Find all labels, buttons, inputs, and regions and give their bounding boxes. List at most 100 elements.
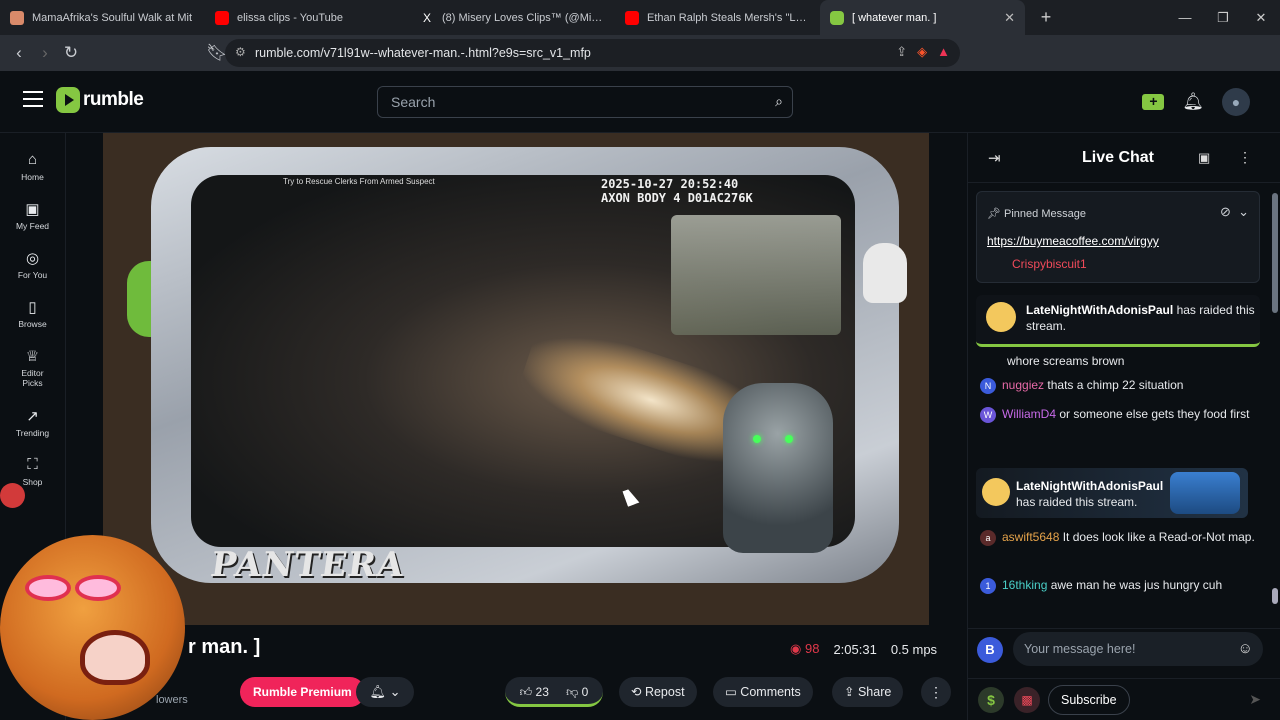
browser-tab[interactable]: X (8) Misery Loves Clips™ (@MiseryClip — [410, 0, 615, 35]
raider-name[interactable]: LateNightWithAdonisPaul — [1026, 303, 1173, 317]
rant-dollar-icon[interactable]: $ — [978, 687, 1004, 713]
maximize-icon[interactable]: ❐ — [1204, 0, 1242, 35]
minimize-icon[interactable]: — — [1166, 0, 1204, 35]
user-avatar[interactable]: ● — [1222, 88, 1250, 116]
new-tab-button[interactable]: + — [1031, 7, 1061, 28]
omnibox-actions: ⇪ ◈ ▲ — [896, 44, 950, 60]
video-player[interactable]: Try to Rescue Clerks From Armed Suspect … — [103, 133, 929, 625]
video-title: r man. ] — [188, 636, 261, 658]
share-label: Share — [857, 685, 892, 699]
browser-tab[interactable]: elissa clips - YouTube — [205, 0, 410, 35]
close-window-icon[interactable]: ✕ — [1242, 0, 1280, 35]
pinned-username[interactable]: Crispybiscuit1 — [1012, 257, 1087, 271]
chat-message: whore screams brown — [980, 351, 1260, 371]
chat-menu-icon[interactable]: ⋮ — [1238, 149, 1252, 166]
message-text: thats a chimp 22 situation — [1047, 378, 1184, 392]
message-text: awe man he was jus hungry cuh — [1050, 578, 1223, 592]
vote-group: 👍︎ 23 👎︎ 0 — [505, 677, 603, 707]
chat-message-input[interactable]: Your message here! — [1013, 632, 1263, 666]
user-avatar-badge: 1 — [980, 577, 996, 594]
raid-message: has raided this stream. — [1016, 495, 1138, 509]
window-controls: — ❐ ✕ — [1166, 0, 1280, 35]
rumble-logo[interactable]: rumble — [56, 87, 144, 113]
message-text: It does look like a Read-or-Not map. — [1062, 530, 1255, 544]
chat-message: a aswift5648 It does look like a Read-or-… — [980, 527, 1260, 547]
chat-username[interactable]: nuggiez — [1002, 378, 1044, 392]
chat-username[interactable]: aswift5648 — [1002, 530, 1059, 544]
url-field[interactable]: ⚙ rumble.com/v71l91w--whatever-man.-.htm… — [225, 39, 960, 67]
browser-tab[interactable]: MamaAfrika's Soulful Walk at Mit — [0, 0, 205, 35]
chat-scrollbar[interactable] — [1270, 188, 1280, 618]
forward-icon[interactable]: › — [32, 43, 58, 63]
hide-icon[interactable]: ⊘ — [1220, 204, 1231, 219]
notifications-bell-icon[interactable]: 🔔︎ — [1182, 92, 1204, 112]
site-settings-icon[interactable]: ⚙ — [235, 45, 246, 59]
search-icon[interactable]: ⌕ — [775, 93, 783, 110]
sidebar-item-label: Browse — [18, 319, 47, 329]
raider-name[interactable]: LateNightWithAdonisPaul — [1016, 479, 1163, 493]
share-button[interactable]: ⇪ Share — [832, 677, 904, 707]
sidebar-item-shop[interactable]: ⛶ Shop — [0, 438, 65, 487]
more-options-icon[interactable]: ⋮ — [921, 677, 951, 707]
dislike-button[interactable]: 👎︎ 0 — [566, 677, 588, 704]
tab-title: MamaAfrika's Soulful Walk at Mit — [32, 11, 193, 24]
sidebar-item-home[interactable]: ⌂ Home — [0, 133, 65, 182]
skull-sticker — [863, 243, 907, 303]
chat-message: W WilliamD4 or someone else gets they foo… — [980, 404, 1260, 424]
feed-icon: ▣ — [25, 201, 40, 218]
hamburger-menu-icon[interactable] — [23, 91, 43, 112]
rumble-premium-button[interactable]: Rumble Premium — [240, 677, 365, 707]
youtube-icon — [625, 10, 639, 25]
sidebar-item-browse[interactable]: ▯ Browse — [0, 280, 65, 329]
reload-icon[interactable]: ↻ — [58, 43, 84, 63]
share-page-icon[interactable]: ⇪ — [896, 44, 907, 60]
raid-text: LateNightWithAdonisPaul has raided this s… — [1016, 478, 1163, 510]
stream-bitrate: 0.5 mps — [890, 641, 938, 657]
gift-icon[interactable]: ▩ — [1014, 687, 1040, 713]
sidebar-item-editor-picks[interactable]: ♕ Editor Picks — [0, 329, 65, 389]
repost-button[interactable]: ⟲ Repost — [619, 677, 697, 707]
close-tab-icon[interactable]: ✕ — [1004, 10, 1015, 26]
video-headline: Try to Rescue Clerks From Armed Suspect — [283, 177, 435, 186]
back-icon[interactable]: ‹ — [6, 43, 32, 63]
trending-icon: ↗ — [26, 408, 39, 425]
raider-avatar — [986, 302, 1016, 332]
sidebar-item-for-you[interactable]: ◎ For You — [0, 231, 65, 280]
raid-notification: LateNightWithAdonisPaul has raided this … — [976, 295, 1260, 347]
sidebar-item-trending[interactable]: ↗ Trending — [0, 389, 65, 438]
chat-username[interactable]: 16thking — [1002, 578, 1047, 592]
popout-chat-icon[interactable]: ▣ — [1198, 150, 1210, 166]
comments-button[interactable]: ▭ Comments — [713, 677, 813, 707]
chevron-down-icon[interactable]: ⌄ — [1238, 204, 1249, 219]
pirate-ship-graphic — [1170, 472, 1240, 514]
sidebar-item-label: Home — [21, 172, 44, 182]
sidebar-item-my-feed[interactable]: ▣ My Feed — [0, 182, 65, 231]
pinned-label: 📌︎ Pinned Message — [987, 208, 1086, 220]
editor-picks-icon: ♕ — [25, 348, 40, 365]
sidebar-item-label: My Feed — [15, 221, 50, 231]
repost-icon: ⟲ — [631, 685, 645, 699]
brave-shield-icon[interactable]: ◈ — [917, 44, 927, 60]
search-input[interactable]: Search ⌕ — [377, 86, 793, 118]
browser-tab[interactable]: Ethan Ralph Steals Mersh's "Leftover — [615, 0, 820, 35]
chat-title: Live Chat — [1081, 149, 1154, 166]
brave-rewards-icon[interactable]: ▲ — [937, 44, 950, 60]
send-icon[interactable]: ➤ — [1249, 691, 1261, 708]
like-button[interactable]: 👍︎ 23 — [520, 677, 549, 704]
go-live-icon[interactable]: + — [1142, 94, 1165, 110]
browser-tab-active[interactable]: [ whatever man. ] ✕ — [820, 0, 1025, 35]
pinned-controls: ⊘ ⌄ — [1220, 204, 1249, 220]
comment-icon: ▭ — [725, 685, 741, 699]
subscribe-button[interactable]: Subscribe — [1048, 685, 1130, 715]
rumble-play-icon — [56, 87, 80, 113]
chat-username[interactable]: WilliamD4 — [1002, 407, 1056, 421]
repost-label: Repost — [644, 685, 685, 699]
emoji-icon[interactable]: ☺ — [1238, 640, 1253, 657]
rumble-favicon-icon — [830, 10, 844, 25]
pinned-link[interactable]: https://buymeacoffee.com/virgyy — [987, 234, 1159, 248]
tab-title: elissa clips - YouTube — [237, 11, 343, 24]
eye-icon: ◉ — [790, 641, 802, 656]
raider-avatar — [982, 478, 1010, 506]
notification-toggle-button[interactable]: 🔔︎ ⌄ — [356, 677, 414, 707]
pinned-label-text: Pinned Message — [1004, 208, 1086, 220]
